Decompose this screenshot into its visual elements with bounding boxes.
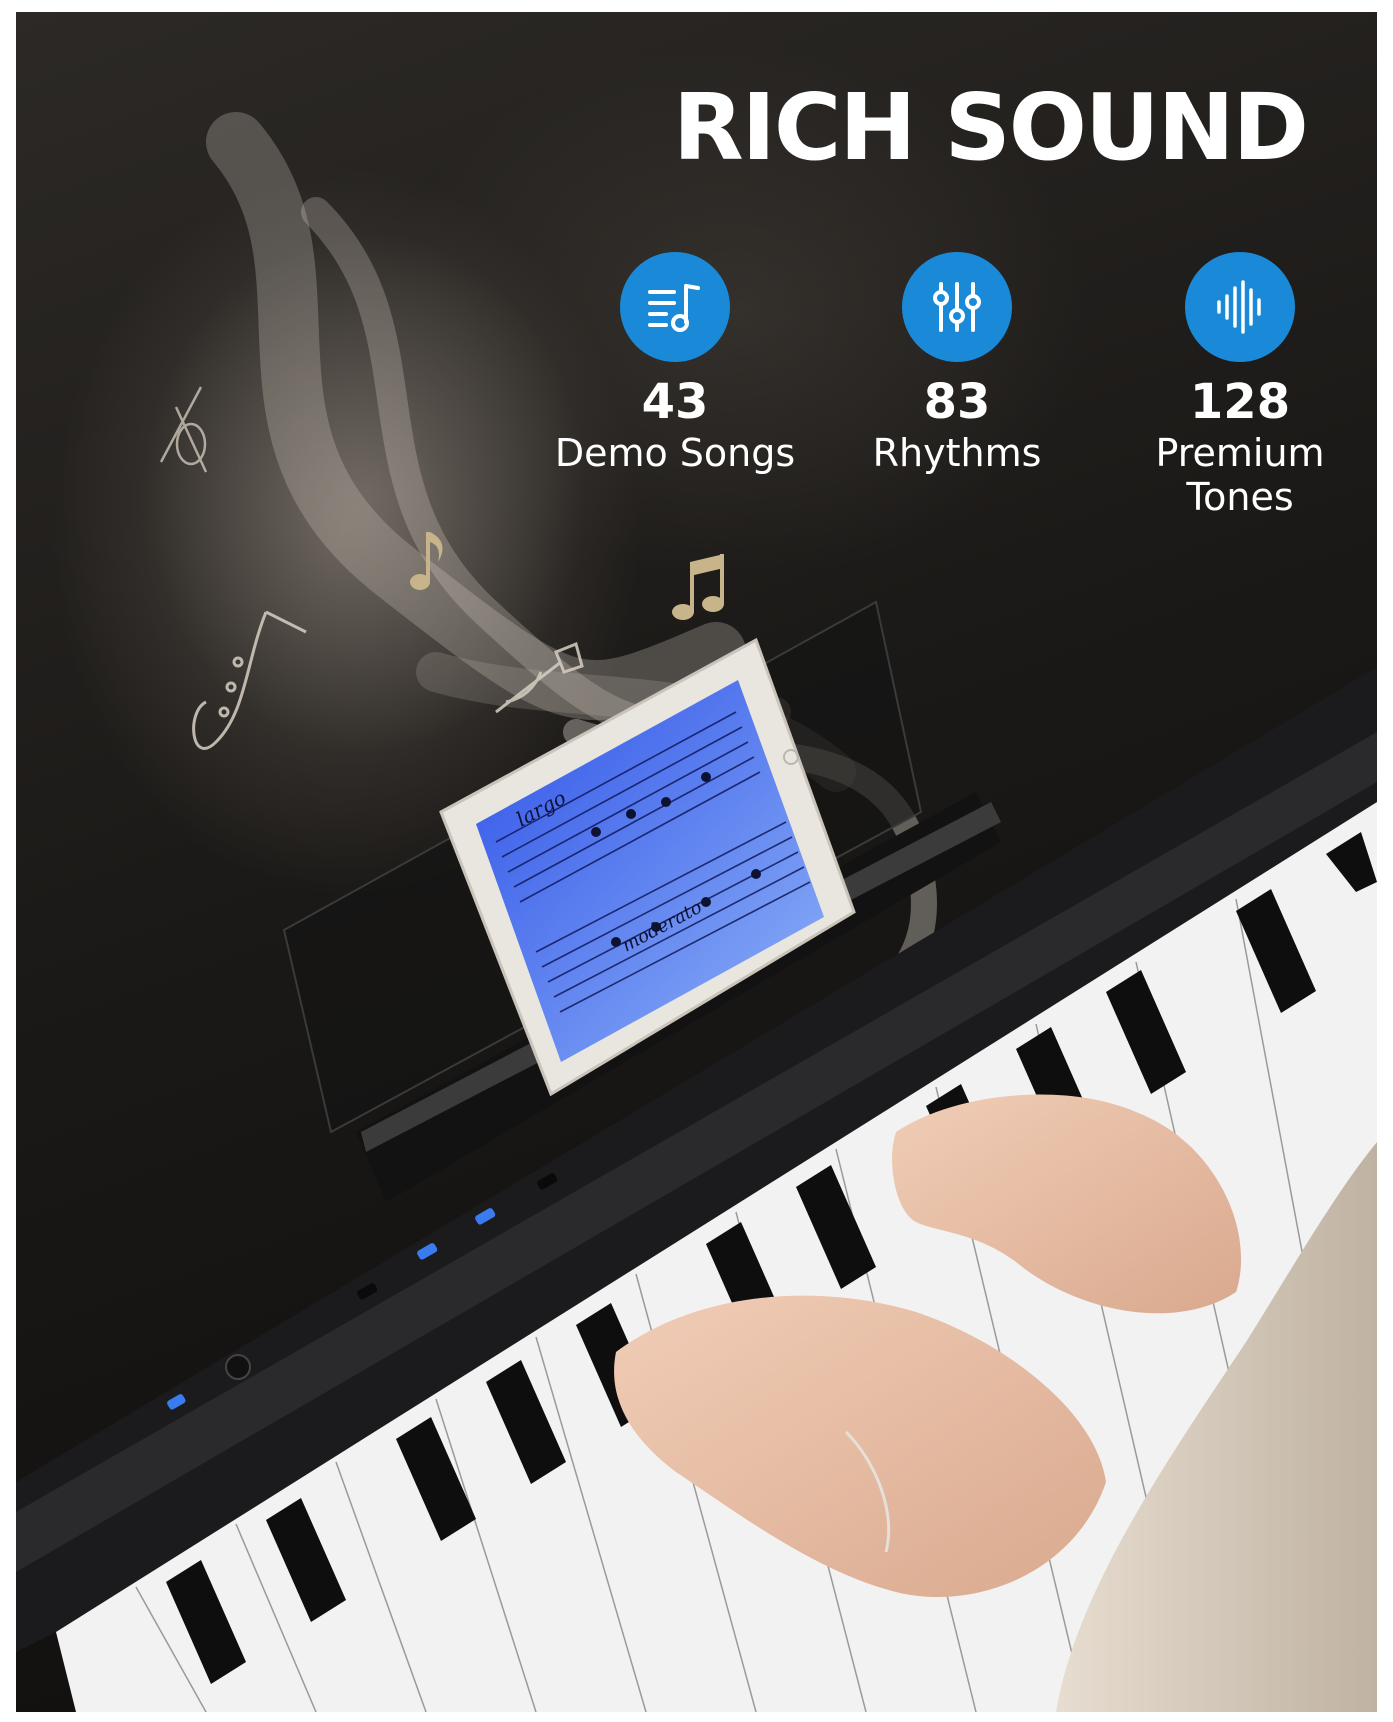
stat-number: 43	[641, 374, 709, 430]
sound-wave-icon	[1185, 252, 1295, 362]
stat-rhythms: 83 Rhythms	[807, 252, 1107, 476]
headline-rich-sound: RICH SOUND	[672, 74, 1309, 181]
stat-number: 83	[923, 374, 991, 430]
stat-number: 128	[1189, 374, 1291, 430]
stat-label: Premium Tones	[1155, 431, 1325, 519]
equalizer-sliders-icon	[902, 252, 1012, 362]
stat-label: Demo Songs	[554, 431, 796, 475]
stat-demo-songs: 43 Demo Songs	[525, 252, 825, 476]
product-photo: largo moderato RICH SOUND 43 Demo Songs …	[16, 12, 1377, 1712]
stat-label: Rhythms	[872, 431, 1042, 475]
stat-premium-tones: 128 Premium Tones	[1090, 252, 1377, 519]
beamed-notes-icon	[672, 554, 724, 620]
music-list-icon	[620, 252, 730, 362]
